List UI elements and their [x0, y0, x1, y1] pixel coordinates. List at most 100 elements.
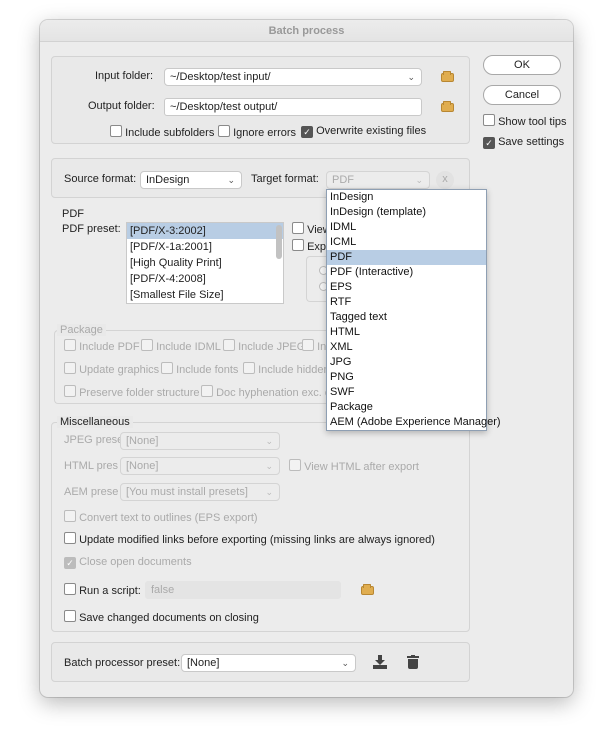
html-preset-select[interactable]: [None] ⌄: [120, 457, 280, 475]
input-folder-browse-icon[interactable]: [441, 71, 454, 82]
batch-process-dialog: Batch process Input folder: ~/Desktop/te…: [40, 20, 573, 697]
aem-preset-label: AEM prese: [64, 486, 119, 498]
window-title: Batch process: [40, 20, 573, 42]
checkbox-icon: [483, 114, 495, 126]
dropdown-option[interactable]: AEM (Adobe Experience Manager): [327, 415, 501, 430]
list-item[interactable]: [PDF/X-1a:2001]: [127, 239, 283, 255]
dropdown-option[interactable]: SWF: [327, 385, 486, 400]
checkbox-icon: [289, 459, 301, 471]
checkbox-icon: [64, 532, 76, 544]
include-idml-checkbox[interactable]: Include IDML: [141, 339, 221, 353]
dropdown-option[interactable]: IDML: [327, 220, 486, 235]
target-format-value: PDF: [332, 174, 354, 186]
save-preset-icon[interactable]: [373, 655, 387, 669]
doc-hyphenation-checkbox[interactable]: Doc hyphenation exc. on: [201, 385, 337, 399]
chevron-down-icon: ⌄: [265, 461, 273, 471]
list-item[interactable]: [PDF/X-3:2002]: [127, 223, 283, 239]
include-jpeg-checkbox[interactable]: Include JPEG: [223, 339, 305, 353]
dropdown-option[interactable]: RTF: [327, 295, 486, 310]
dropdown-option[interactable]: Tagged text: [327, 310, 486, 325]
input-folder-label: Input folder:: [95, 70, 154, 82]
dropdown-option[interactable]: InDesign (template): [327, 205, 486, 220]
trash-icon[interactable]: [407, 655, 419, 669]
checkbox-icon: [64, 583, 76, 595]
target-format-label: Target format:: [251, 173, 319, 185]
include-pdf-checkbox[interactable]: Include PDF: [64, 339, 140, 353]
clear-target-button[interactable]: x: [436, 171, 454, 189]
save-changed-checkbox[interactable]: Save changed documents on closing: [64, 610, 259, 624]
include-pdf-label: Include PDF: [79, 341, 140, 353]
cancel-button[interactable]: Cancel: [483, 85, 561, 105]
dropdown-option[interactable]: XML: [327, 340, 486, 355]
output-folder-browse-icon[interactable]: [441, 101, 454, 112]
list-item[interactable]: [PDF/X-4:2008]: [127, 271, 283, 287]
list-item[interactable]: [High Quality Print]: [127, 255, 283, 271]
chevron-down-icon: ⌄: [227, 175, 235, 185]
checkbox-icon: [64, 385, 76, 397]
run-script-checkbox[interactable]: Run a script:: [64, 583, 141, 597]
dropdown-option[interactable]: InDesign: [327, 190, 486, 205]
script-path-field[interactable]: false: [145, 581, 341, 599]
html-preset-label: HTML pres: [64, 460, 118, 472]
dropdown-option[interactable]: JPG: [327, 355, 486, 370]
target-format-select[interactable]: PDF ⌄: [326, 171, 430, 189]
include-more-checkbox[interactable]: In: [302, 339, 326, 353]
dropdown-option[interactable]: PNG: [327, 370, 486, 385]
ignore-errors-checkbox[interactable]: Ignore errors: [218, 125, 296, 139]
dropdown-option[interactable]: ICML: [327, 235, 486, 250]
checkbox-icon: [201, 385, 213, 397]
source-format-select[interactable]: InDesign ⌄: [140, 171, 242, 189]
overwrite-files-label: Overwrite existing files: [316, 125, 427, 137]
list-scrollbar[interactable]: [276, 225, 282, 259]
include-jpeg-label: Include JPEG: [238, 341, 306, 353]
checkmark-icon: ✓: [64, 557, 76, 569]
pdf-preset-list[interactable]: [PDF/X-3:2002] [PDF/X-1a:2001] [High Qua…: [126, 222, 284, 304]
script-browse-folder-icon[interactable]: [361, 584, 374, 595]
output-folder-field[interactable]: ~/Desktop/test output/: [164, 98, 422, 116]
batch-preset-select[interactable]: [None] ⌄: [181, 654, 356, 672]
aem-preset-select[interactable]: [You must install presets] ⌄: [120, 483, 280, 501]
save-settings-checkbox[interactable]: ✓ Save settings: [483, 136, 564, 149]
view-html-checkbox[interactable]: View HTML after export: [289, 459, 419, 473]
preserve-structure-label: Preserve folder structure: [79, 387, 200, 399]
convert-text-checkbox[interactable]: Convert text to outlines (EPS export): [64, 510, 258, 524]
chevron-down-icon: ⌄: [265, 487, 273, 497]
list-item[interactable]: [Smallest File Size]: [127, 287, 283, 303]
dropdown-option[interactable]: Package: [327, 400, 486, 415]
input-folder-select[interactable]: ~/Desktop/test input/ ⌄: [164, 68, 422, 86]
show-tool-tips-label: Show tool tips: [498, 116, 567, 128]
close-documents-checkbox[interactable]: ✓ Close open documents: [64, 556, 192, 569]
jpeg-preset-select[interactable]: [None] ⌄: [120, 432, 280, 450]
batch-preset-label: Batch processor preset:: [64, 657, 181, 669]
include-hidden-label: Include hidden: [258, 364, 330, 376]
run-script-label: Run a script:: [79, 585, 141, 597]
include-subfolders-checkbox[interactable]: Include subfolders: [110, 125, 214, 139]
dropdown-option[interactable]: EPS: [327, 280, 486, 295]
batch-preset-panel: Batch processor preset: [None] ⌄: [51, 642, 470, 682]
checkmark-icon: ✓: [483, 137, 495, 149]
dropdown-option[interactable]: HTML: [327, 325, 486, 340]
update-links-checkbox[interactable]: Update modified links before exporting (…: [64, 532, 435, 546]
save-changed-label: Save changed documents on closing: [79, 612, 259, 624]
show-tool-tips-checkbox[interactable]: Show tool tips: [483, 114, 567, 128]
checkbox-icon: [223, 339, 235, 351]
dropdown-option[interactable]: PDF (Interactive): [327, 265, 486, 280]
folders-panel: Input folder: ~/Desktop/test input/ ⌄ Ou…: [51, 56, 470, 144]
preserve-structure-checkbox[interactable]: Preserve folder structure: [64, 385, 200, 399]
save-settings-label: Save settings: [498, 136, 565, 148]
pdf-view-checkbox[interactable]: View: [292, 222, 331, 236]
jpeg-preset-value: [None]: [126, 435, 159, 447]
update-graphics-checkbox[interactable]: Update graphics: [64, 362, 159, 376]
chevron-down-icon: ⌄: [265, 436, 273, 446]
ok-button[interactable]: OK: [483, 55, 561, 75]
dropdown-option-selected[interactable]: PDF: [327, 250, 486, 265]
update-links-label: Update modified links before exporting (…: [79, 534, 435, 546]
checkbox-icon: [161, 362, 173, 374]
overwrite-files-checkbox[interactable]: ✓ Overwrite existing files: [301, 125, 426, 138]
checkbox-icon: [218, 125, 230, 137]
include-hidden-checkbox[interactable]: Include hidden: [243, 362, 330, 376]
package-section-label: Package: [57, 324, 106, 336]
target-format-dropdown[interactable]: InDesign InDesign (template) IDML ICML P…: [326, 189, 501, 431]
include-fonts-checkbox[interactable]: Include fonts: [161, 362, 238, 376]
pdf-preset-label: PDF preset:: [62, 223, 121, 235]
